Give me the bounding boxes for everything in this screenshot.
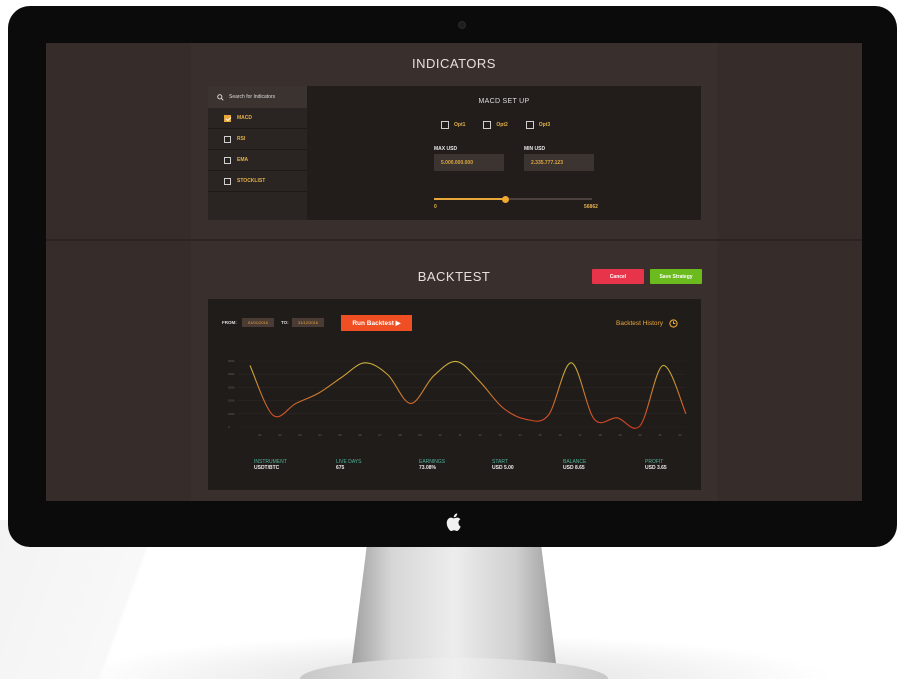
checkbox[interactable] — [224, 135, 231, 143]
macd-setup-title: MACD SET UP — [478, 98, 530, 105]
indicator-item-ema[interactable]: EMA — [208, 150, 307, 171]
y-tick-label: 400k — [228, 372, 235, 376]
series-line — [249, 360, 687, 429]
indicator-item-stocklist[interactable]: STOCKLIST — [208, 171, 307, 192]
x-tick-label: 08 — [398, 433, 402, 437]
history-label: Backtest History — [616, 320, 663, 327]
option-label: Opt1 — [454, 122, 466, 128]
save-strategy-button[interactable]: Save Strategy — [650, 269, 702, 284]
search-icon — [217, 93, 224, 101]
y-tick-label: 100k — [228, 412, 235, 416]
y-tick-label: 300k — [228, 385, 235, 389]
max-usd-field[interactable]: 5.000.000.000 — [434, 154, 504, 171]
apple-logo-icon — [446, 513, 461, 532]
option-group: Opt1 Opt2 Opt3 — [441, 121, 550, 129]
stat-earnings: EARNINGS 73.08% — [419, 459, 445, 471]
x-tick-label: 16 — [558, 433, 562, 437]
indicator-label: STOCKLIST — [237, 178, 266, 184]
y-tick-label: 500k — [228, 359, 235, 363]
option-3[interactable]: Opt3 — [525, 121, 551, 129]
range-slider[interactable] — [434, 195, 592, 203]
x-tick-label: 06 — [358, 433, 362, 437]
x-tick-label: 11 — [458, 433, 461, 437]
cancel-button[interactable]: Cancel — [592, 269, 644, 284]
stat-value: 73.08% — [419, 465, 436, 471]
stat-value: USD 5.00 — [492, 465, 514, 471]
stat-balance: BALANCE USD 8.65 — [563, 459, 586, 471]
from-date-field[interactable]: 01/01/2016 — [242, 318, 274, 327]
x-tick-label: 01 — [258, 433, 262, 437]
to-label: TO: — [281, 320, 289, 325]
x-tick-label: 10 — [438, 433, 442, 437]
min-usd-label: MIN USD — [524, 146, 546, 152]
slider-max: 56862 — [584, 204, 598, 210]
indicator-label: EMA — [237, 157, 249, 163]
stat-value: USD 3.65 — [645, 465, 667, 471]
backtest-title: BACKTEST — [417, 269, 491, 284]
checkbox[interactable] — [483, 121, 492, 129]
indicator-item-macd[interactable]: MACD — [208, 108, 307, 129]
indicator-list: Search for Indicators MACD RSI EMA STOCK… — [208, 86, 307, 220]
clock-icon — [669, 319, 678, 328]
to-date-field[interactable]: 31/12/2016 — [292, 318, 324, 327]
indicators-title: INDICATORS — [412, 56, 496, 71]
x-tick-label: 19 — [618, 433, 622, 437]
x-tick-label: 21 — [658, 433, 662, 437]
max-usd-label: MAX USD — [434, 146, 458, 152]
search-placeholder: Search for Indicators — [229, 94, 276, 100]
x-tick-label: 15 — [538, 433, 542, 437]
x-tick-label: 02 — [278, 433, 282, 437]
option-2[interactable]: Opt2 — [483, 121, 508, 129]
x-tick-label: 13 — [498, 433, 502, 437]
min-usd-field[interactable]: 2.335.777.123 — [524, 154, 594, 171]
option-label: Opt2 — [496, 122, 508, 128]
stat-value: 675 — [336, 465, 345, 471]
from-label: FROM: — [222, 320, 237, 325]
backtest-history-link[interactable]: Backtest History — [616, 319, 678, 328]
camera-icon — [458, 21, 466, 29]
backtest-card: FROM: 01/01/2016 TO: 31/12/2016 Run Back… — [208, 299, 701, 490]
slider-handle[interactable] — [501, 195, 509, 203]
backtest-chart: 0 100k 200k 300k 400k 500k 01 02 03 04 05 06 07 08 09… — [228, 359, 687, 437]
y-tick-label: 200k — [228, 399, 235, 403]
indicator-label: MACD — [237, 115, 252, 121]
section-divider — [46, 239, 862, 241]
x-tick-label: 03 — [298, 433, 302, 437]
checkbox[interactable] — [224, 156, 231, 164]
x-tick-label: 20 — [638, 433, 642, 437]
x-tick-label: 07 — [378, 433, 382, 437]
stat-value: USDT/BTC — [254, 465, 280, 471]
app-screen: INDICATORS Search for Indicators MACD RS… — [46, 43, 862, 501]
checkbox[interactable] — [224, 177, 231, 185]
indicator-search[interactable]: Search for Indicators — [208, 86, 307, 108]
checkbox-checked[interactable] — [224, 114, 231, 122]
checkbox[interactable] — [441, 121, 449, 129]
stat-instrument: INSTRUMENT USDT/BTC — [254, 459, 287, 471]
y-tick-label: 0 — [228, 425, 230, 429]
checkbox[interactable] — [525, 121, 534, 129]
x-tick-label: 22 — [678, 433, 682, 437]
x-tick-label: 14 — [518, 433, 522, 437]
indicators-card: Search for Indicators MACD RSI EMA STOCK… — [208, 86, 701, 220]
stat-profit: PROFIT USD 3.65 — [645, 459, 667, 471]
x-tick-label: 12 — [478, 433, 482, 437]
x-tick-label: 05 — [338, 433, 342, 437]
stat-value: USD 8.65 — [563, 465, 585, 471]
option-1[interactable]: Opt1 — [441, 121, 465, 129]
x-tick-label: 04 — [318, 433, 322, 437]
slider-fill — [434, 198, 506, 200]
indicator-item-rsi[interactable]: RSI — [208, 129, 307, 150]
slider-min: 0 — [434, 204, 437, 210]
x-tick-label: 09 — [418, 433, 422, 437]
x-tick-label: 18 — [598, 433, 602, 437]
stat-start: START USD 5.00 — [492, 459, 514, 471]
x-tick-label: 17 — [578, 433, 582, 437]
stat-live-days: LIVE DAYS 675 — [336, 459, 361, 471]
run-backtest-button[interactable]: Run Backtest ▶ — [341, 315, 412, 331]
option-label: Opt3 — [538, 122, 551, 128]
indicator-label: RSI — [237, 136, 246, 142]
